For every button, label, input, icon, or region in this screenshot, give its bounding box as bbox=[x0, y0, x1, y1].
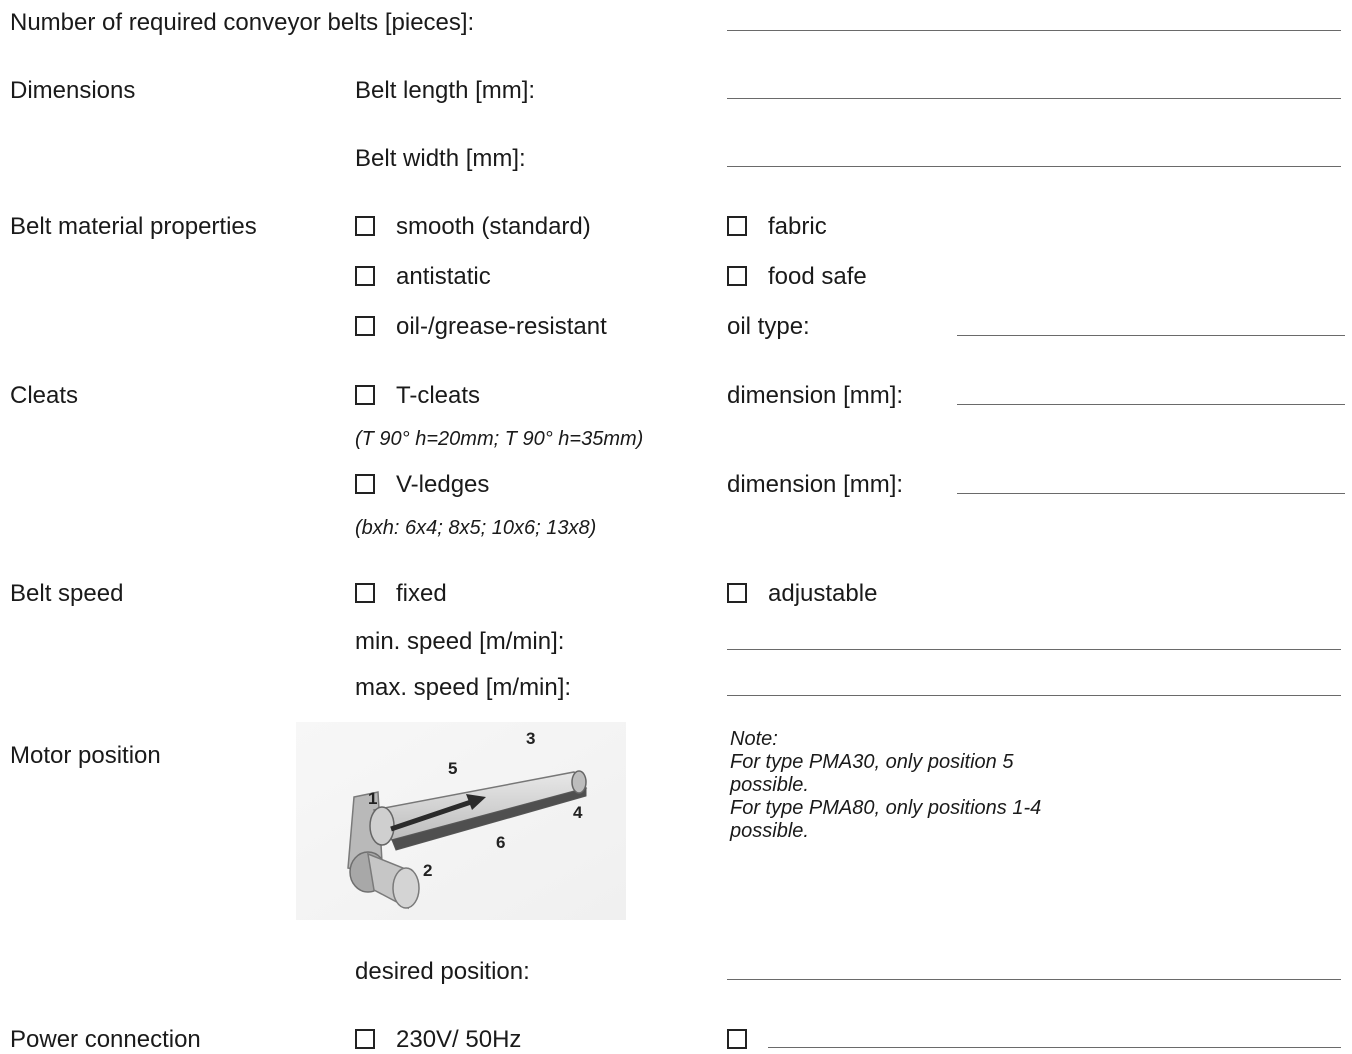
power-other-checkbox[interactable] bbox=[727, 1029, 747, 1049]
motor-note: Note: For type PMA30, only position 5 po… bbox=[730, 728, 1090, 843]
motor-note-title: Note: bbox=[730, 728, 778, 750]
oil-resistant-checkbox[interactable] bbox=[355, 316, 375, 336]
position-number-2: 2 bbox=[423, 861, 432, 880]
material-label: Belt material properties bbox=[10, 213, 257, 240]
t-cleats-dimension-field[interactable] bbox=[957, 404, 1345, 405]
fixed-speed-checkbox[interactable] bbox=[355, 583, 375, 603]
v-ledges-dimension-label: dimension [mm]: bbox=[727, 471, 904, 498]
fixed-speed-option-label: fixed bbox=[396, 580, 447, 607]
oil-type-label: oil type: bbox=[727, 313, 810, 340]
v-ledges-dimension-field[interactable] bbox=[957, 493, 1345, 494]
smooth-option-label: smooth (standard) bbox=[396, 213, 591, 240]
position-number-5: 5 bbox=[448, 759, 457, 778]
v-ledges-note: (bxh: 6x4; 8x5; 10x6; 13x8) bbox=[355, 517, 597, 539]
min-speed-field[interactable] bbox=[727, 649, 1341, 650]
fabric-option-label: fabric bbox=[768, 213, 827, 240]
food-safe-checkbox[interactable] bbox=[727, 266, 747, 286]
motor-position-label: Motor position bbox=[10, 742, 161, 769]
v-ledges-checkbox[interactable] bbox=[355, 474, 375, 494]
position-number-4: 4 bbox=[573, 803, 583, 822]
belt-width-field[interactable] bbox=[727, 166, 1341, 167]
min-speed-label: min. speed [m/min]: bbox=[355, 628, 565, 655]
power-connection-label: Power connection bbox=[10, 1026, 201, 1053]
motor-note-pma30: For type PMA30, only position 5 possible… bbox=[730, 751, 1014, 796]
belt-speed-label: Belt speed bbox=[10, 580, 124, 607]
power-230v-option-label: 230V/ 50Hz bbox=[396, 1026, 522, 1053]
fabric-checkbox[interactable] bbox=[727, 216, 747, 236]
t-cleats-checkbox[interactable] bbox=[355, 385, 375, 405]
max-speed-label: max. speed [m/min]: bbox=[355, 674, 572, 701]
antistatic-checkbox[interactable] bbox=[355, 266, 375, 286]
belt-width-label: Belt width [mm]: bbox=[355, 145, 526, 172]
motor-note-pma80: For type PMA80, only positions 1-4 possi… bbox=[730, 797, 1042, 842]
position-number-3: 3 bbox=[526, 729, 535, 748]
power-other-field[interactable] bbox=[768, 1047, 1341, 1048]
max-speed-field[interactable] bbox=[727, 695, 1341, 696]
position-number-6: 6 bbox=[496, 833, 505, 852]
position-number-1: 1 bbox=[368, 789, 377, 808]
v-ledges-option-label: V-ledges bbox=[396, 471, 490, 498]
t-cleats-option-label: T-cleats bbox=[396, 382, 481, 409]
t-cleats-note: (T 90° h=20mm; T 90° h=35mm) bbox=[355, 428, 644, 450]
belt-length-field[interactable] bbox=[727, 98, 1341, 99]
oil-resistant-option-label: oil-/grease-resistant bbox=[396, 313, 607, 340]
t-cleats-dimension-label: dimension [mm]: bbox=[727, 382, 904, 409]
belt-count-label: Number of required conveyor belts [piece… bbox=[10, 9, 475, 36]
antistatic-option-label: antistatic bbox=[396, 263, 491, 290]
dimensions-label: Dimensions bbox=[10, 77, 136, 104]
oil-type-field[interactable] bbox=[957, 335, 1345, 336]
cleats-label: Cleats bbox=[10, 382, 79, 409]
adjustable-speed-checkbox[interactable] bbox=[727, 583, 747, 603]
desired-position-field[interactable] bbox=[727, 979, 1341, 980]
power-230v-checkbox[interactable] bbox=[355, 1029, 375, 1049]
smooth-checkbox[interactable] bbox=[355, 216, 375, 236]
adjustable-speed-option-label: adjustable bbox=[768, 580, 878, 607]
belt-count-field[interactable] bbox=[727, 30, 1341, 31]
desired-position-label: desired position: bbox=[355, 958, 530, 985]
food-safe-option-label: food safe bbox=[768, 263, 867, 290]
conveyor-motor-positions-figure: 1 2 3 4 5 6 bbox=[296, 722, 626, 920]
belt-length-label: Belt length [mm]: bbox=[355, 77, 536, 104]
